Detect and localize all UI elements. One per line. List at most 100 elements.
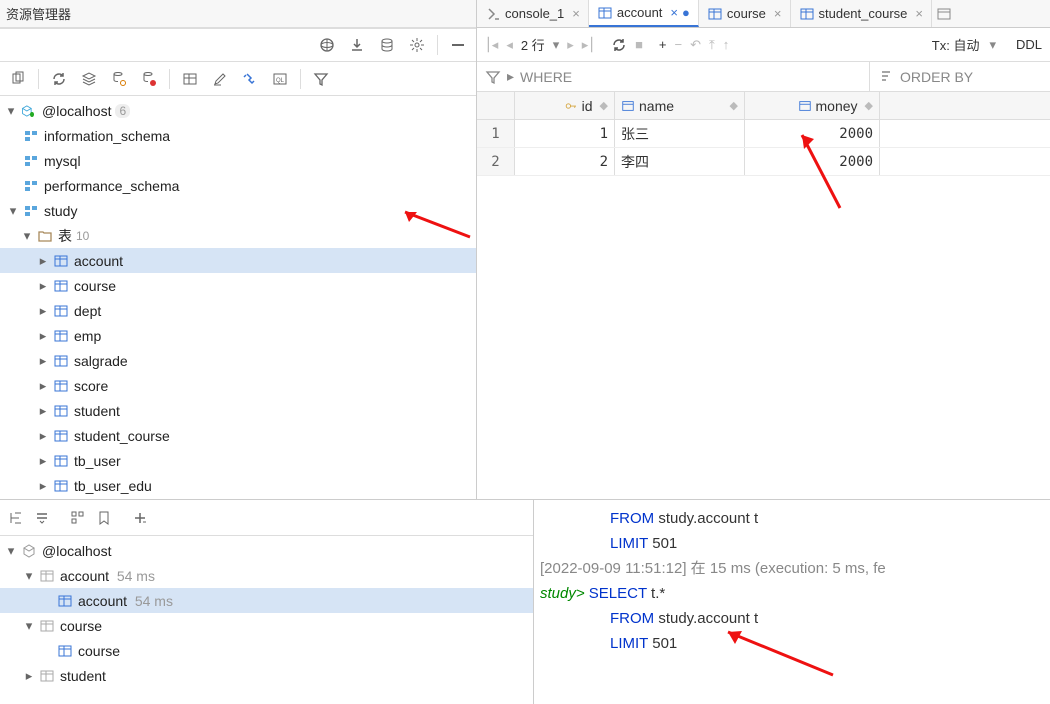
- add-icon[interactable]: [132, 510, 148, 526]
- bookmark-icon[interactable]: [96, 510, 112, 526]
- cell-money[interactable]: 2000: [745, 148, 880, 175]
- tree-line-icon[interactable]: [8, 510, 24, 526]
- edit-icon[interactable]: [210, 69, 230, 89]
- table-node[interactable]: ▸course: [0, 273, 476, 298]
- tab-console_1[interactable]: console_1 ×: [477, 0, 589, 27]
- table-row[interactable]: 2 2 李四 2000: [477, 148, 1050, 176]
- tab-label: student_course: [819, 6, 908, 21]
- table-icon: [52, 328, 70, 344]
- table-node[interactable]: ▸tb_user: [0, 448, 476, 473]
- services-connection[interactable]: ▾ @localhost: [0, 538, 533, 563]
- last-page-icon[interactable]: ▸⎮: [582, 37, 595, 53]
- more-tab-icon[interactable]: [936, 6, 952, 22]
- schema-node[interactable]: sys: [0, 498, 476, 499]
- filter-icon[interactable]: [311, 69, 331, 89]
- query-icon: [38, 568, 56, 584]
- schema-node[interactable]: ▾study: [0, 198, 476, 223]
- db-stop-icon[interactable]: [139, 69, 159, 89]
- connection-node[interactable]: ▾ @localhost 6: [0, 98, 476, 123]
- schema-node[interactable]: performance_schema: [0, 173, 476, 198]
- cell-name[interactable]: 李四: [615, 148, 745, 175]
- cell-money[interactable]: 2000: [745, 120, 880, 147]
- refresh-icon[interactable]: [49, 69, 69, 89]
- schema-node[interactable]: information_schema: [0, 123, 476, 148]
- remove-row-icon[interactable]: −: [675, 37, 683, 52]
- query-item[interactable]: course: [0, 638, 533, 663]
- key-icon[interactable]: [240, 69, 260, 89]
- table-icon: [56, 643, 74, 659]
- column-header-money[interactable]: money◆: [745, 92, 880, 119]
- table-icon: [52, 303, 70, 319]
- table-node[interactable]: ▸student: [0, 398, 476, 423]
- connection-badge: 6: [115, 104, 130, 118]
- query-icon: [38, 668, 56, 684]
- submit-icon[interactable]: ↑: [723, 37, 730, 52]
- tx-dropdown-icon[interactable]: ▾: [989, 37, 996, 53]
- layers-icon[interactable]: [79, 69, 99, 89]
- query-icon: [38, 618, 56, 634]
- column-header-id[interactable]: id◆: [515, 92, 615, 119]
- services-toolbar: [0, 500, 533, 536]
- stack-icon[interactable]: [377, 35, 397, 55]
- cell-id[interactable]: 2: [515, 148, 615, 175]
- stop-icon[interactable]: ■: [635, 37, 643, 52]
- orderby-filter[interactable]: ORDER BY: [870, 62, 1050, 91]
- ddl-button[interactable]: DDL: [1016, 37, 1042, 52]
- revert-icon[interactable]: ↶: [690, 37, 701, 53]
- reload-icon[interactable]: [611, 37, 627, 53]
- next-page-icon[interactable]: ▸: [567, 37, 574, 53]
- stack-down-icon[interactable]: [34, 510, 50, 526]
- db-refresh-icon[interactable]: [109, 69, 129, 89]
- add-row-icon[interactable]: +: [659, 37, 667, 52]
- table-node[interactable]: ▸tb_user_edu: [0, 473, 476, 498]
- close-icon[interactable]: ×: [670, 5, 678, 20]
- commit-icon[interactable]: ⤒: [709, 37, 715, 53]
- tab-student_course[interactable]: student_course ×: [791, 0, 933, 27]
- cell-id[interactable]: 1: [515, 120, 615, 147]
- chevron-right-icon: ▸: [36, 304, 50, 318]
- tx-mode[interactable]: Tx: 自动: [932, 35, 980, 54]
- table-node[interactable]: ▸account: [0, 248, 476, 273]
- table-node[interactable]: ▸emp: [0, 323, 476, 348]
- where-filter[interactable]: ▸ WHERE: [477, 62, 870, 91]
- cell-name[interactable]: 张三: [615, 120, 745, 147]
- globe-icon[interactable]: [317, 35, 337, 55]
- query-group[interactable]: ▸student: [0, 663, 533, 688]
- query-group[interactable]: ▾account 54 ms: [0, 563, 533, 588]
- column-header-name[interactable]: name ◆: [615, 92, 745, 119]
- table-icon: [52, 453, 70, 469]
- schema-node[interactable]: mysql: [0, 148, 476, 173]
- table-node[interactable]: ▸score: [0, 373, 476, 398]
- table-node[interactable]: ▸dept: [0, 298, 476, 323]
- first-page-icon[interactable]: ⎮◂: [485, 37, 498, 53]
- close-icon[interactable]: ×: [915, 6, 923, 21]
- chevron-right-icon: ▸: [36, 254, 50, 268]
- table-row[interactable]: 1 1 张三 2000: [477, 120, 1050, 148]
- tables-folder[interactable]: ▾ 表 10: [0, 223, 476, 248]
- table-node[interactable]: ▸salgrade: [0, 348, 476, 373]
- download-icon[interactable]: [347, 35, 367, 55]
- table-node[interactable]: ▸student_course: [0, 423, 476, 448]
- tab-icon: [485, 6, 501, 22]
- tab-account[interactable]: account×●: [589, 0, 699, 27]
- dropdown-icon[interactable]: ▾: [553, 37, 560, 53]
- query-group[interactable]: ▾course: [0, 613, 533, 638]
- chevron-right-icon: ▸: [36, 354, 50, 368]
- tab-label: console_1: [505, 6, 564, 21]
- tab-label: course: [727, 6, 766, 21]
- query-item[interactable]: account 54 ms: [0, 588, 533, 613]
- collapse-icon[interactable]: [448, 35, 468, 55]
- chevron-right-icon: ▸: [36, 479, 50, 493]
- close-icon[interactable]: ×: [572, 6, 580, 21]
- close-icon[interactable]: ×: [774, 6, 782, 21]
- console-line: [2022-09-09 11:51:12] 在 15 ms (execution…: [540, 556, 1050, 581]
- table-icon: [52, 403, 70, 419]
- tab-course[interactable]: course ×: [699, 0, 791, 27]
- sql-icon[interactable]: QL: [270, 69, 290, 89]
- copy-icon[interactable]: [8, 69, 28, 89]
- data-grid: id◆ name ◆ money◆ 1 1 张三 2000 2: [477, 92, 1050, 176]
- table-icon[interactable]: [180, 69, 200, 89]
- prev-page-icon[interactable]: ◂: [506, 37, 513, 53]
- grid-icon[interactable]: [70, 510, 86, 526]
- gear-icon[interactable]: [407, 35, 427, 55]
